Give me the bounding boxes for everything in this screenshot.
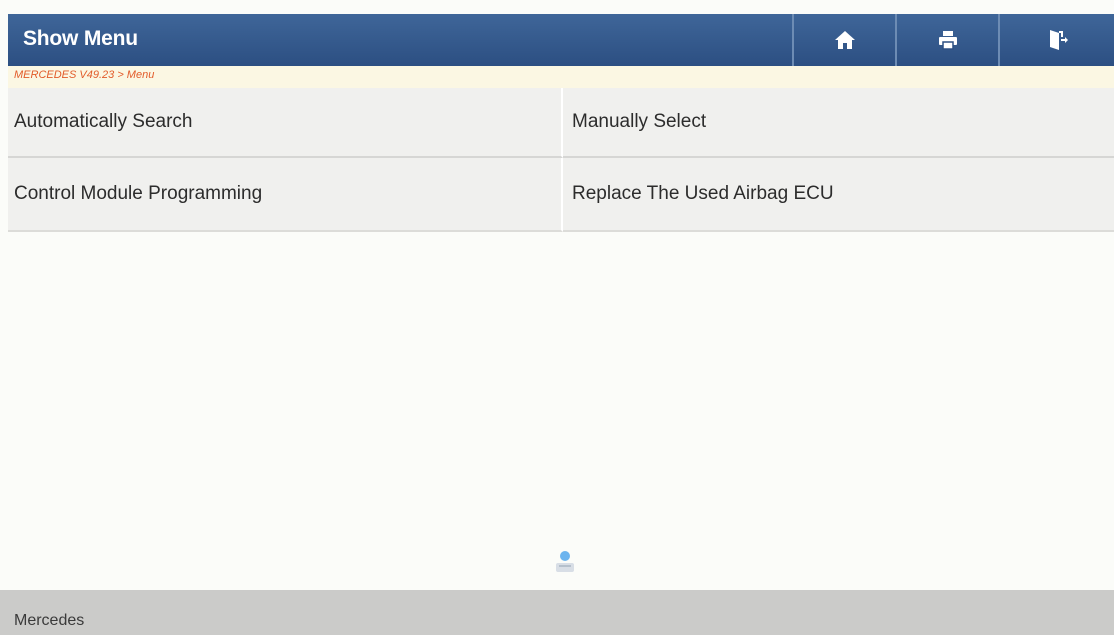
page-title: Show Menu	[23, 27, 138, 50]
menu-item-label: Control Module Programming	[14, 183, 263, 204]
print-button[interactable]	[895, 14, 998, 66]
exit-icon	[1050, 30, 1068, 50]
breadcrumb: MERCEDES V49.23 > Menu	[8, 66, 1114, 88]
printer-icon	[938, 31, 957, 50]
title-bar: Show Menu	[8, 14, 1114, 66]
home-button[interactable]	[792, 14, 895, 66]
vehicle-label: Mercedes	[14, 612, 85, 629]
home-icon	[834, 31, 855, 49]
menu-item-replace-airbag-ecu[interactable]: Replace The Used Airbag ECU	[563, 158, 1114, 232]
menu-item-label: Replace The Used Airbag ECU	[572, 183, 834, 204]
menu-item-automatically-search[interactable]: Automatically Search	[8, 88, 563, 158]
menu-item-control-module-programming[interactable]: Control Module Programming	[8, 158, 563, 232]
menu-item-label: Manually Select	[572, 111, 707, 132]
status-bar: Mercedes	[0, 590, 1114, 635]
loading-icon	[556, 551, 574, 572]
menu-item-label: Automatically Search	[14, 111, 193, 132]
menu-grid: Automatically Search Manually Select Con…	[8, 88, 1114, 232]
exit-button[interactable]	[998, 14, 1114, 66]
menu-item-manually-select[interactable]: Manually Select	[563, 88, 1114, 158]
